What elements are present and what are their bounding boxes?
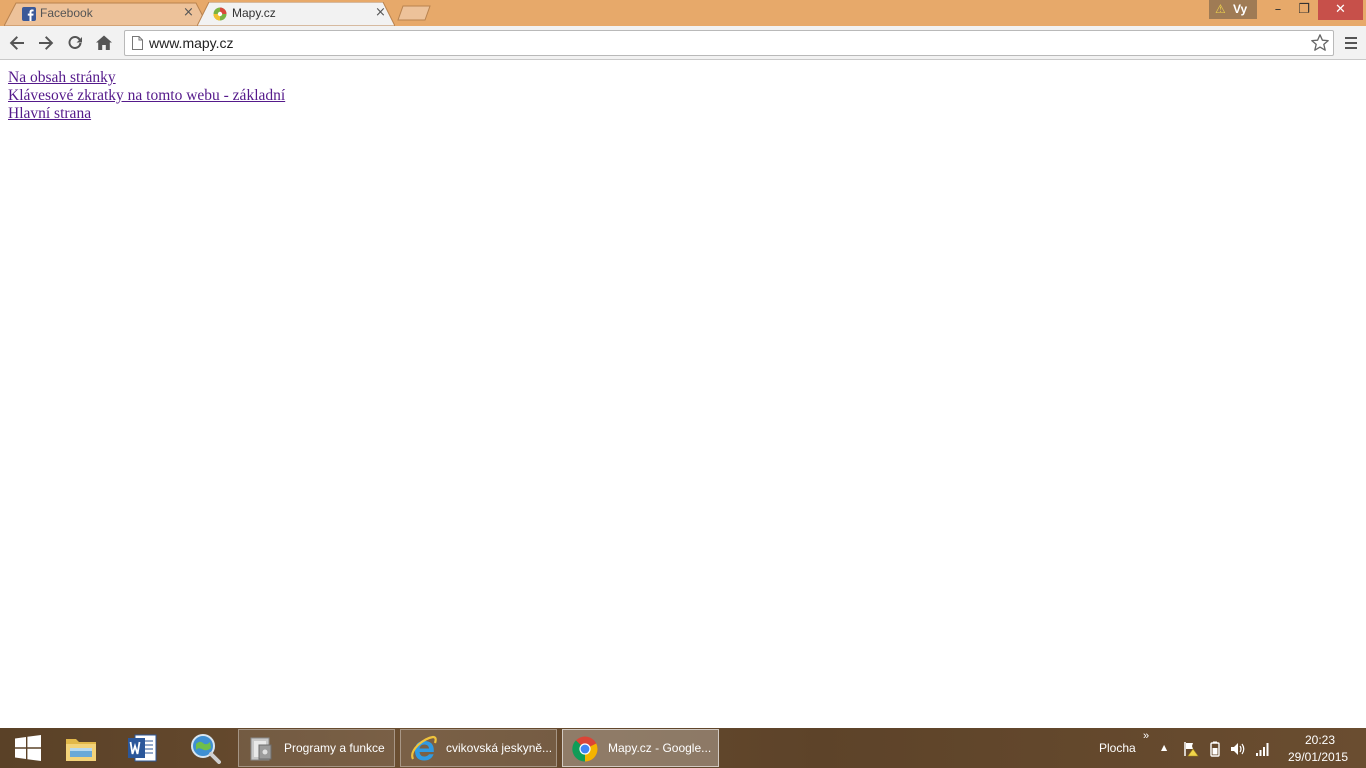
search-app-button[interactable] [177, 730, 233, 766]
start-button[interactable] [0, 730, 56, 766]
task-label: Programy a funkce [284, 741, 385, 755]
restore-button[interactable]: ❐ [1291, 0, 1317, 20]
toolbar-chevron-icon[interactable]: » [1143, 730, 1149, 742]
word-button[interactable] [114, 730, 170, 766]
windows-logo-icon [15, 735, 41, 761]
arrow-right-icon [39, 36, 54, 50]
home-button[interactable] [91, 30, 117, 56]
programs-and-features-icon [250, 737, 272, 761]
tab-mapy[interactable]: Mapy.cz × [197, 2, 395, 26]
tab-close-button[interactable]: × [375, 5, 386, 20]
taskbar: Programy a funkce cvikovská jeskyně... M… [0, 728, 1366, 768]
clock-date[interactable]: 29/01/2015 [1288, 750, 1348, 764]
battery-icon[interactable] [1207, 741, 1223, 757]
hamburger-icon [1345, 37, 1357, 39]
facebook-icon [22, 7, 36, 21]
show-hidden-icons-button[interactable]: ▲ [1161, 743, 1167, 752]
volume-icon[interactable] [1230, 741, 1246, 757]
page-content: Na obsah stránky Klávesové zkratky na to… [8, 69, 285, 123]
back-button[interactable] [4, 30, 30, 56]
address-bar[interactable]: www.mapy.cz [124, 30, 1334, 56]
forward-button[interactable] [33, 30, 59, 56]
profile-name: Vy [1233, 2, 1248, 16]
action-center-flag-icon[interactable] [1183, 741, 1199, 757]
browser-titlebar: Facebook × Mapy.cz × ⚠ Vy – ❐ ✕ [0, 0, 1366, 26]
home-icon [96, 35, 112, 50]
magnifier-globe-icon [191, 734, 221, 764]
minimize-button[interactable]: – [1265, 0, 1291, 20]
task-label: Mapy.cz - Google... [608, 741, 712, 755]
chrome-icon [572, 736, 598, 762]
reload-button[interactable] [62, 30, 88, 56]
new-tab-button[interactable] [397, 5, 431, 21]
close-window-button[interactable]: ✕ [1318, 0, 1363, 20]
home-page-link[interactable]: Hlavní strana [8, 105, 285, 123]
warning-icon: ⚠ [1215, 2, 1226, 16]
network-signal-icon[interactable] [1255, 741, 1271, 757]
reload-icon [68, 35, 82, 49]
skip-to-content-link[interactable]: Na obsah stránky [8, 69, 285, 87]
clock-time[interactable]: 20:23 [1305, 733, 1335, 747]
browser-toolbar: www.mapy.cz [0, 26, 1366, 60]
page-icon [132, 36, 143, 50]
task-programs-and-features[interactable]: Programy a funkce [238, 729, 395, 767]
profile-button[interactable]: ⚠ Vy [1209, 0, 1257, 19]
folder-icon [66, 739, 96, 761]
file-explorer-button[interactable] [53, 730, 109, 766]
desktop-toolbar-label[interactable]: Plocha [1099, 741, 1136, 755]
browser-menu-button[interactable] [1340, 31, 1362, 55]
url-text: www.mapy.cz [149, 35, 234, 51]
task-internet-explorer[interactable]: cvikovská jeskyně... [400, 729, 557, 767]
bookmark-star-icon[interactable] [1310, 33, 1330, 53]
task-chrome[interactable]: Mapy.cz - Google... [562, 729, 719, 767]
tab-close-button[interactable]: × [183, 5, 194, 20]
task-label: cvikovská jeskyně... [446, 741, 553, 755]
arrow-left-icon [9, 36, 24, 50]
tab-title: Facebook [40, 6, 93, 20]
tab-title: Mapy.cz [232, 6, 276, 20]
keyboard-shortcuts-link[interactable]: Klávesové zkratky na tomto webu - základ… [8, 87, 285, 105]
word-icon [128, 734, 157, 762]
mapy-icon [213, 7, 227, 21]
tab-facebook[interactable]: Facebook × [4, 2, 208, 26]
internet-explorer-icon [411, 735, 437, 761]
